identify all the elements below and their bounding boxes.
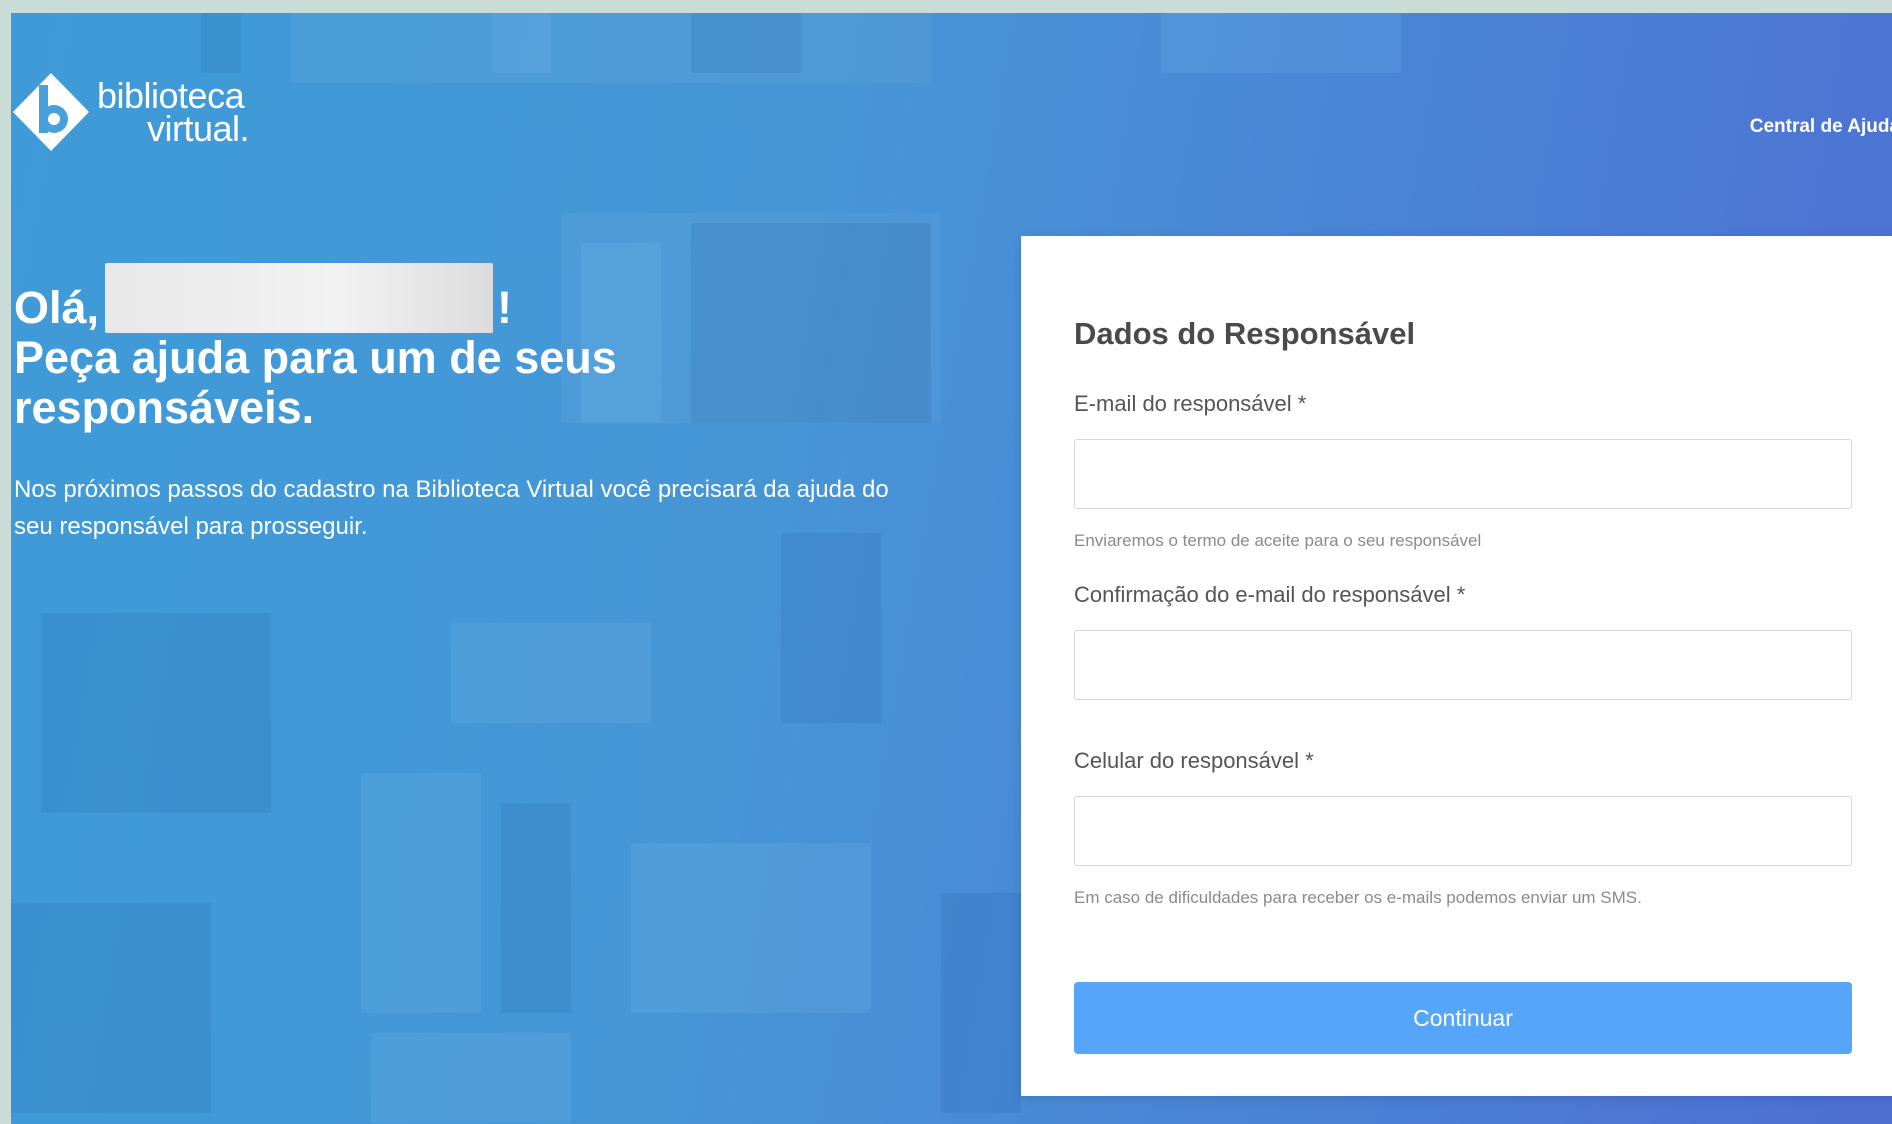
book-decoration	[41, 613, 271, 813]
shelf-decoration	[291, 13, 931, 83]
page-background: biblioteca virtual. Central de Ajuda Olá…	[11, 13, 1892, 1124]
headline-line1: Peça ajuda para um de seus	[14, 332, 617, 383]
book-decoration	[491, 13, 551, 73]
continue-button[interactable]: Continuar	[1074, 982, 1852, 1054]
greeting: Olá, !	[14, 263, 914, 333]
intro-text: Nos próximos passos do cadastro na Bibli…	[14, 476, 889, 540]
email-label: E-mail do responsável *	[1074, 391, 1307, 416]
book-decoration	[631, 843, 871, 1013]
greeting-suffix: !	[497, 282, 513, 333]
book-decoration	[201, 13, 241, 73]
phone-hint: Em caso de dificuldades para receber os …	[1074, 888, 1642, 907]
book-decoration	[361, 773, 481, 1013]
email-hint: Enviaremos o termo de aceite para o seu …	[1074, 531, 1482, 550]
help-center-link[interactable]: Central de Ajuda	[1750, 116, 1892, 138]
email-confirm-label: Confirmação do e-mail do responsável *	[1074, 582, 1466, 607]
book-decoration	[691, 13, 801, 73]
logo-text-line2: virtual.	[147, 108, 250, 149]
guardian-form-card: Dados do Responsável E-mail do responsáv…	[1021, 236, 1892, 1096]
logo-mark-icon	[11, 71, 91, 153]
logo[interactable]: biblioteca virtual.	[11, 71, 250, 153]
headline: Peça ajuda para um de seus responsáveis.	[14, 333, 914, 433]
greeting-prefix: Olá,	[14, 282, 100, 333]
book-decoration	[371, 1033, 571, 1123]
book-decoration	[1161, 13, 1401, 73]
user-name-redacted	[105, 263, 494, 333]
book-decoration	[941, 893, 1021, 1113]
book-decoration	[11, 903, 211, 1113]
book-decoration	[451, 623, 651, 723]
logo-text: biblioteca virtual.	[97, 78, 250, 149]
book-decoration	[501, 803, 571, 1013]
email-confirm-field[interactable]	[1074, 630, 1852, 700]
headline-line2: responsáveis.	[14, 382, 315, 433]
form-title: Dados do Responsável	[1074, 316, 1416, 351]
phone-label: Celular do responsável *	[1074, 748, 1314, 773]
hero-section: Olá, ! Peça ajuda para um de seus respon…	[14, 263, 914, 569]
email-field[interactable]	[1074, 439, 1852, 509]
phone-field[interactable]	[1074, 796, 1852, 866]
